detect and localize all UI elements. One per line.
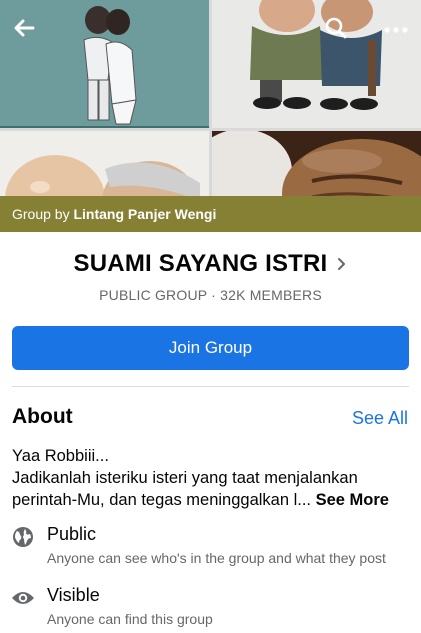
visibility-description: Anyone can find this group	[47, 611, 213, 627]
see-all-link[interactable]: See All	[352, 408, 408, 429]
join-group-button[interactable]: Join Group	[12, 326, 409, 370]
back-button[interactable]	[4, 12, 44, 48]
group-meta: PUBLIC GROUP · 32K MEMBERS	[99, 287, 322, 303]
group-owner-name[interactable]: Lintang Panjer Wengi	[73, 206, 216, 222]
cover-photo[interactable]: Group by Lintang Panjer Wengi	[0, 0, 421, 232]
group-title-link[interactable]: SUAMI SAYANG ISTRI	[0, 250, 421, 278]
search-button[interactable]	[316, 12, 356, 48]
group-owner-prefix: Group by	[12, 206, 70, 222]
group-owner-banner[interactable]: Group by Lintang Panjer Wengi	[0, 196, 421, 232]
more-icon	[383, 21, 409, 39]
about-heading: About	[12, 405, 73, 428]
more-options-button[interactable]	[376, 12, 416, 48]
divider	[12, 386, 409, 387]
about-description-line1: Yaa Robbiii...	[12, 447, 109, 465]
visibility-title: Visible	[47, 585, 100, 605]
search-icon	[324, 16, 348, 45]
about-description: Yaa Robbiii... Jadikanlah isteriku ister…	[12, 445, 412, 511]
back-arrow-icon	[13, 17, 35, 44]
group-title: SUAMI SAYANG ISTRI	[73, 250, 328, 277]
globe-icon	[11, 525, 35, 549]
privacy-description: Anyone can see who's in the group and wh…	[47, 550, 386, 566]
privacy-title: Public	[47, 524, 97, 544]
see-more-link[interactable]: See More	[316, 491, 389, 509]
eye-icon	[11, 586, 35, 610]
chevron-right-icon	[337, 256, 347, 272]
about-description-line2: Jadikanlah isteriku isteri yang taat men…	[12, 469, 358, 509]
